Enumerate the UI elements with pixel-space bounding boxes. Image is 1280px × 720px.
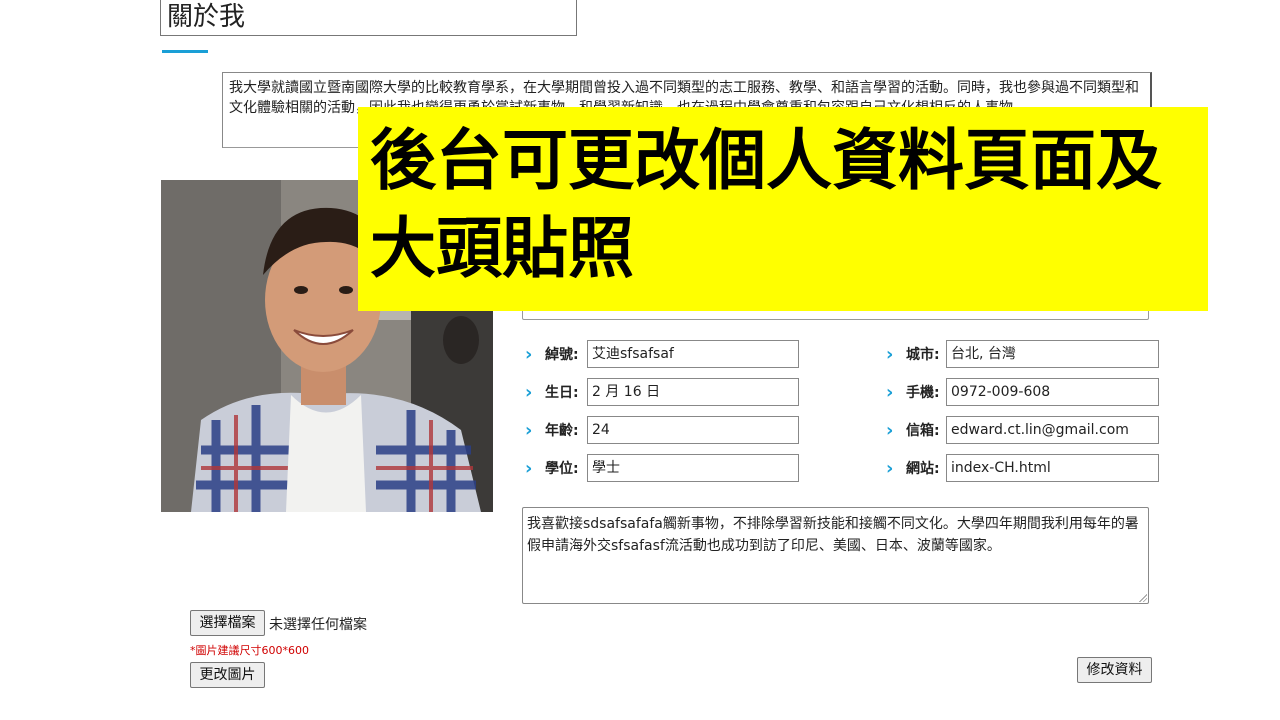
annotation-overlay: 後台可更改個人資料頁面及大頭貼照 (358, 107, 1208, 311)
chevron-right-icon: › (886, 343, 894, 365)
field-birthday: › 生日: 2 月 16 日 (525, 378, 799, 406)
city-input[interactable]: 台北, 台灣 (946, 340, 1159, 368)
chevron-right-icon: › (525, 343, 533, 365)
field-label: 信箱: (906, 423, 940, 439)
degree-input[interactable]: 學士 (587, 454, 799, 482)
story-textarea[interactable]: 我喜歡接sdsafsafafa觸新事物，不排除學習新技能和接觸不同文化。大學四年… (522, 507, 1149, 604)
age-input[interactable]: 24 (587, 416, 799, 444)
field-mobile: › 手機: 0972-009-608 (886, 378, 1159, 406)
choose-file-button[interactable]: 選擇檔案 (190, 610, 265, 636)
chevron-right-icon: › (525, 419, 533, 441)
field-email: › 信箱: edward.ct.lin@gmail.com (886, 416, 1159, 444)
field-age: › 年齡: 24 (525, 416, 799, 444)
field-label: 年齡: (545, 423, 579, 439)
website-input[interactable]: index-CH.html (946, 454, 1159, 482)
field-label: 學位: (545, 461, 579, 477)
save-profile-button[interactable]: 修改資料 (1077, 657, 1152, 683)
resize-handle-icon[interactable] (1139, 594, 1147, 602)
chevron-right-icon: › (525, 457, 533, 479)
field-label: 綽號: (545, 347, 579, 363)
field-nickname: › 綽號: 艾迪sfsafsaf (525, 340, 799, 368)
chevron-right-icon: › (886, 419, 894, 441)
chevron-right-icon: › (886, 457, 894, 479)
field-label: 網站: (906, 461, 940, 477)
story-text: 我喜歡接sdsafsafafa觸新事物，不排除學習新技能和接觸不同文化。大學四年… (527, 516, 1139, 554)
field-city: › 城市: 台北, 台灣 (886, 340, 1159, 368)
no-file-label: 未選擇任何檔案 (269, 617, 367, 633)
nickname-input[interactable]: 艾迪sfsafsaf (587, 340, 799, 368)
birthday-input[interactable]: 2 月 16 日 (587, 378, 799, 406)
change-image-button[interactable]: 更改圖片 (190, 662, 265, 688)
mobile-input[interactable]: 0972-009-608 (946, 378, 1159, 406)
field-website: › 網站: index-CH.html (886, 454, 1159, 482)
chevron-right-icon: › (525, 381, 533, 403)
field-label: 生日: (545, 385, 579, 401)
field-degree: › 學位: 學士 (525, 454, 799, 482)
page-title: 關於我 (160, 0, 577, 36)
email-input[interactable]: edward.ct.lin@gmail.com (946, 416, 1159, 444)
title-underline (162, 50, 208, 53)
field-label: 手機: (906, 385, 940, 401)
image-size-hint: *圖片建議尺寸600*600 (190, 644, 309, 657)
field-label: 城市: (906, 347, 940, 363)
chevron-right-icon: › (886, 381, 894, 403)
